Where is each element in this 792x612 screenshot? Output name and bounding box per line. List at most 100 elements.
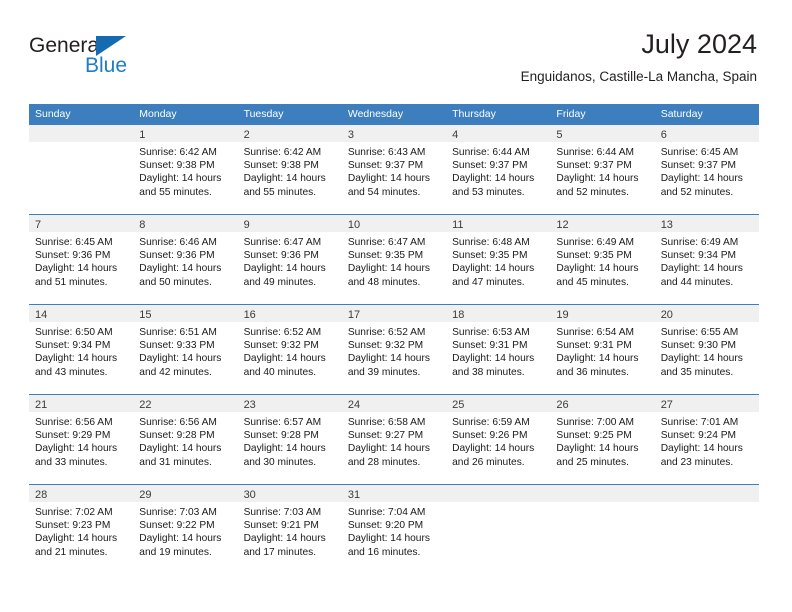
calendar-day-cell[interactable]: 18 Sunrise: 6:53 AM Sunset: 9:31 PM Dayligh…	[446, 305, 551, 394]
sunrise-text: Sunrise: 7:01 AM	[660, 417, 739, 428]
sunrise-text: Sunrise: 6:51 AM	[139, 327, 217, 338]
calendar-day-cell[interactable]: 4 Sunrise: 6:44 AM Sunset: 9:37 PM Daylight…	[446, 125, 551, 214]
sunrise-text: Sunrise: 6:44 AM	[452, 147, 530, 158]
calendar-day-cell[interactable]: 10 Sunrise: 6:47 AM Sunset: 9:35 PM Dayligh…	[341, 215, 447, 304]
daylight-text-line1: Daylight: 14 hours	[35, 533, 118, 545]
day-details: Sunrise: 7:04 AM Sunset: 9:20 PM Daylight:…	[342, 502, 446, 559]
title-block: July 2024 Enguidanos, Castille-La Mancha…	[521, 28, 757, 86]
daylight-text-line1: Daylight: 14 hours	[243, 353, 326, 365]
sunset-text: Sunset: 9:28 PM	[139, 430, 215, 442]
daylight-text-line1: Daylight: 14 hours	[35, 263, 118, 275]
sunset-text: Sunset: 9:38 PM	[139, 160, 215, 172]
sunrise-text: Sunrise: 7:02 AM	[35, 507, 113, 518]
logo[interactable]: General Blue	[29, 34, 149, 86]
calendar-day-cell[interactable]: 31 Sunrise: 7:04 AM Sunset: 9:20 PM Dayligh…	[341, 485, 447, 574]
day-number-strip: 15	[133, 305, 238, 322]
day-number-strip: 6	[654, 125, 759, 142]
day-details: Sunrise: 6:52 AM Sunset: 9:32 PM Daylight:…	[238, 322, 342, 379]
day-number-strip: 12	[550, 215, 655, 232]
calendar-day-cell[interactable]: 5 Sunrise: 6:44 AM Sunset: 9:37 PM Daylight…	[550, 125, 655, 214]
sunrise-text: Sunrise: 6:55 AM	[660, 327, 739, 338]
day-details: Sunrise: 6:55 AM Sunset: 9:30 PM Daylight:…	[655, 322, 759, 379]
daylight-text-line2: and 23 minutes.	[660, 456, 734, 468]
daylight-text-line2: and 45 minutes.	[556, 276, 629, 288]
day-number-strip: 24	[341, 395, 447, 412]
day-number: 28	[35, 489, 48, 501]
daylight-text-line1: Daylight: 14 hours	[660, 173, 743, 185]
calendar-day-cell[interactable]: 24 Sunrise: 6:58 AM Sunset: 9:27 PM Dayligh…	[341, 395, 447, 484]
daylight-text-line2: and 52 minutes.	[556, 186, 629, 198]
calendar-day-cell[interactable]: 15 Sunrise: 6:51 AM Sunset: 9:33 PM Dayligh…	[133, 305, 238, 394]
day-number-strip: 17	[341, 305, 447, 322]
day-number-strip: 9	[237, 215, 342, 232]
calendar-day-cell-empty	[550, 485, 655, 574]
sunrise-text: Sunrise: 6:54 AM	[556, 327, 634, 338]
day-details: Sunrise: 6:43 AM Sunset: 9:37 PM Daylight:…	[342, 142, 446, 199]
day-number: 4	[452, 129, 459, 141]
day-number: 20	[660, 309, 673, 321]
day-details: Sunrise: 6:44 AM Sunset: 9:37 PM Daylight:…	[446, 142, 550, 199]
daylight-text-line2: and 51 minutes.	[35, 276, 108, 288]
calendar-day-cell[interactable]: 9 Sunrise: 6:47 AM Sunset: 9:36 PM Daylight…	[237, 215, 342, 304]
calendar-day-cell[interactable]: 28 Sunrise: 7:02 AM Sunset: 9:23 PM Dayligh…	[29, 485, 134, 574]
calendar-day-cell[interactable]: 30 Sunrise: 7:03 AM Sunset: 9:21 PM Dayligh…	[237, 485, 342, 574]
calendar-day-cell[interactable]: 14 Sunrise: 6:50 AM Sunset: 9:34 PM Dayligh…	[29, 305, 134, 394]
sunset-text: Sunset: 9:32 PM	[347, 340, 424, 352]
calendar-day-cell[interactable]: 17 Sunrise: 6:52 AM Sunset: 9:32 PM Dayligh…	[341, 305, 447, 394]
daylight-text-line2: and 33 minutes.	[35, 456, 108, 468]
day-number: 12	[556, 219, 569, 231]
calendar-day-cell[interactable]: 6 Sunrise: 6:45 AM Sunset: 9:37 PM Daylight…	[654, 125, 759, 214]
sunset-text: Sunset: 9:37 PM	[452, 160, 528, 172]
calendar-day-cell[interactable]: 19 Sunrise: 6:54 AM Sunset: 9:31 PM Dayligh…	[550, 305, 655, 394]
sunset-text: Sunset: 9:31 PM	[556, 340, 632, 352]
day-number: 18	[452, 309, 465, 321]
day-number-strip: 7	[29, 215, 134, 232]
calendar-day-cell[interactable]: 3 Sunrise: 6:43 AM Sunset: 9:37 PM Daylight…	[341, 125, 447, 214]
calendar-day-cell[interactable]: 12 Sunrise: 6:49 AM Sunset: 9:35 PM Dayligh…	[550, 215, 655, 304]
calendar-day-cell[interactable]: 1 Sunrise: 6:42 AM Sunset: 9:38 PM Daylight…	[133, 125, 238, 214]
day-details: Sunrise: 7:01 AM Sunset: 9:24 PM Daylight:…	[655, 412, 759, 469]
calendar-day-cell[interactable]: 27 Sunrise: 7:01 AM Sunset: 9:24 PM Dayligh…	[654, 395, 759, 484]
calendar-week-row: 14 Sunrise: 6:50 AM Sunset: 9:34 PM Dayligh…	[29, 304, 759, 394]
day-number: 29	[139, 489, 152, 501]
calendar-day-cell[interactable]: 11 Sunrise: 6:48 AM Sunset: 9:35 PM Dayligh…	[446, 215, 551, 304]
calendar-day-cell[interactable]: 7 Sunrise: 6:45 AM Sunset: 9:36 PM Daylight…	[29, 215, 134, 304]
calendar-day-cell[interactable]: 25 Sunrise: 6:59 AM Sunset: 9:26 PM Dayligh…	[446, 395, 551, 484]
calendar-day-cell[interactable]: 13 Sunrise: 6:49 AM Sunset: 9:34 PM Dayligh…	[654, 215, 759, 304]
day-details: Sunrise: 6:54 AM Sunset: 9:31 PM Daylight:…	[550, 322, 654, 379]
day-details: Sunrise: 6:50 AM Sunset: 9:34 PM Daylight:…	[29, 322, 133, 379]
sunrise-text: Sunrise: 7:03 AM	[243, 507, 322, 518]
day-details: Sunrise: 6:56 AM Sunset: 9:29 PM Daylight:…	[29, 412, 133, 469]
daylight-text-line2: and 19 minutes.	[139, 546, 212, 558]
page-subtitle: Enguidanos, Castille-La Mancha, Spain	[520, 69, 757, 84]
calendar-day-cell[interactable]: 20 Sunrise: 6:55 AM Sunset: 9:30 PM Dayligh…	[654, 305, 759, 394]
calendar-day-cell[interactable]: 23 Sunrise: 6:57 AM Sunset: 9:28 PM Dayligh…	[237, 395, 342, 484]
daylight-text-line1: Daylight: 14 hours	[556, 353, 639, 365]
day-details: Sunrise: 7:03 AM Sunset: 9:21 PM Daylight:…	[238, 502, 342, 559]
day-number-strip: 4	[446, 125, 551, 142]
day-number-strip	[29, 125, 134, 142]
daylight-text-line1: Daylight: 14 hours	[347, 353, 430, 365]
daylight-text-line2: and 48 minutes.	[347, 276, 421, 288]
day-number-strip: 25	[446, 395, 551, 412]
calendar-day-cell[interactable]: 16 Sunrise: 6:52 AM Sunset: 9:32 PM Dayligh…	[237, 305, 342, 394]
day-number: 13	[660, 219, 673, 231]
sunrise-text: Sunrise: 6:42 AM	[139, 147, 217, 158]
weekday-header-tuesday: Tuesday	[243, 108, 284, 120]
calendar-day-cell[interactable]: 2 Sunrise: 6:42 AM Sunset: 9:38 PM Daylight…	[237, 125, 342, 214]
calendar-week-row: 28 Sunrise: 7:02 AM Sunset: 9:23 PM Dayligh…	[29, 484, 759, 574]
calendar-day-cell[interactable]: 26 Sunrise: 7:00 AM Sunset: 9:25 PM Dayligh…	[550, 395, 655, 484]
day-details: Sunrise: 7:00 AM Sunset: 9:25 PM Daylight:…	[550, 412, 654, 469]
daylight-text-line1: Daylight: 14 hours	[139, 263, 222, 275]
calendar-day-cell[interactable]: 22 Sunrise: 6:56 AM Sunset: 9:28 PM Dayligh…	[133, 395, 238, 484]
calendar-day-cell[interactable]: 29 Sunrise: 7:03 AM Sunset: 9:22 PM Dayligh…	[133, 485, 238, 574]
daylight-text-line1: Daylight: 14 hours	[556, 173, 639, 185]
daylight-text-line1: Daylight: 14 hours	[556, 443, 639, 455]
calendar-day-cell[interactable]: 21 Sunrise: 6:56 AM Sunset: 9:29 PM Dayligh…	[29, 395, 134, 484]
calendar-day-cell[interactable]: 8 Sunrise: 6:46 AM Sunset: 9:36 PM Daylight…	[133, 215, 238, 304]
day-details: Sunrise: 6:57 AM Sunset: 9:28 PM Daylight:…	[238, 412, 342, 469]
daylight-text-line2: and 43 minutes.	[35, 366, 108, 378]
sunrise-text: Sunrise: 6:59 AM	[452, 417, 530, 428]
day-number-strip: 20	[654, 305, 759, 322]
sunrise-text: Sunrise: 6:57 AM	[243, 417, 322, 428]
